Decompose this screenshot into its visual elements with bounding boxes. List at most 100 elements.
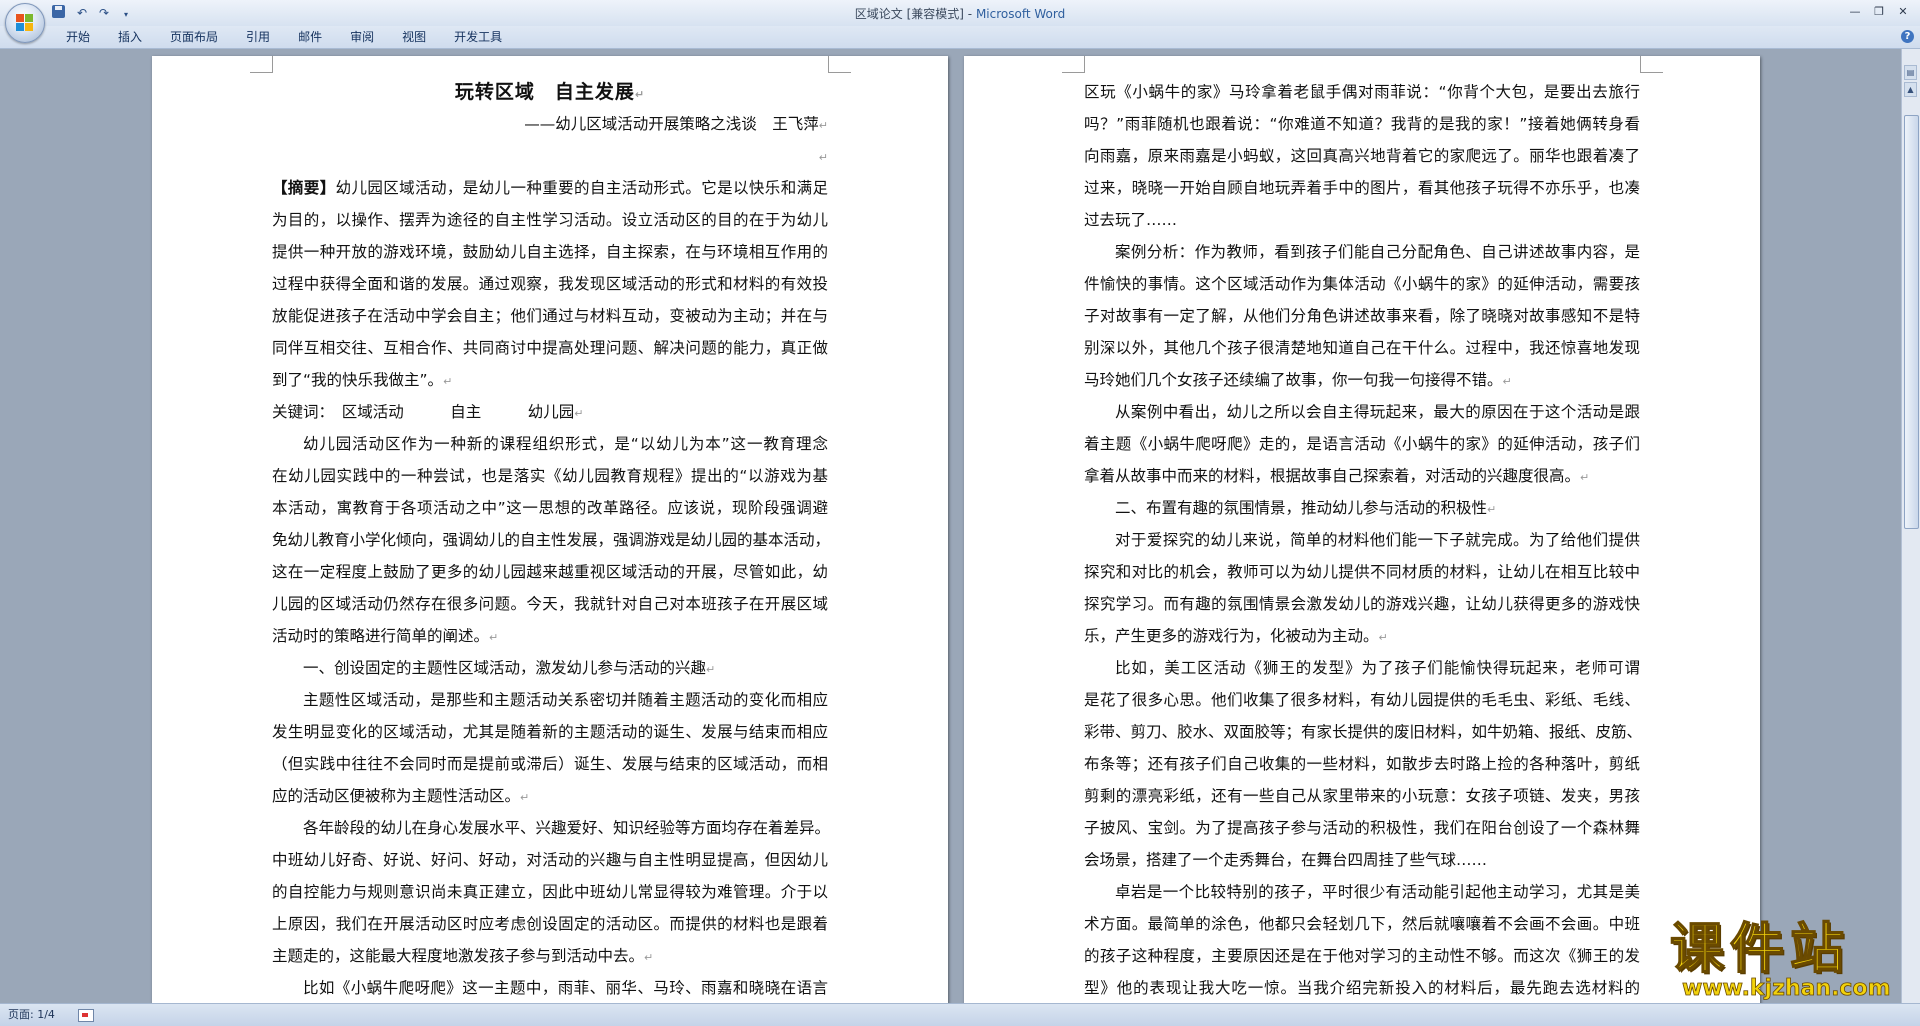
ruler-toggle[interactable]: ▤ ▲ [1904,65,1917,109]
proofing-icon[interactable] [78,1009,94,1022]
text-line: 从案例中看出，幼儿之所以会自主得玩起来，最大的原因在于这个活动是跟 [1115,403,1640,421]
text-line: 提供一种开放的游戏环境，鼓励幼儿自主选择，自主探索，在与环境相互作用的 [272,243,828,261]
text-line: 同伴互相交往、互相合作、共同商讨中提高处理问题、解决问题的能力，真正做 [272,339,828,357]
document-workspace[interactable]: 玩转区域 自主发展↵ ——幼儿区域活动开展策略之浅谈 王飞萍↵ ↵ 【摘要】幼儿园… [0,49,1902,1003]
text-line: 剪剩的漂亮彩纸，还有一些自己从家里带来的小玩意：女孩子项链、发夹，男孩 [1084,787,1640,805]
text-line: 在幼儿园实践中的一种尝试，也是落实《幼儿园教育规程》提出的“以游戏为基 [272,467,828,485]
text-line: 拿着从故事中而来的材料，根据故事自己探索着，对活动的兴趣度很高。↵ [1084,467,1590,485]
paragraph-mark-icon: ↵ [1487,503,1497,516]
paragraph-mark-icon: ↵ [706,663,716,676]
page-1-text[interactable]: 玩转区域 自主发展↵ ——幼儿区域活动开展策略之浅谈 王飞萍↵ ↵ 【摘要】幼儿园… [272,76,831,1003]
ribbon-tabs: 开始 插入 页面布局 引用 邮件 审阅 视图 开发工具 [52,26,516,48]
text-line: 的孩子这种程度，主要原因还是在于他对学习的主动性不够。而这次《狮王的发 [1084,947,1640,965]
text-line: 过来，晓晓一开始自顾自地玩弄着手中的图片，看其他孩子玩得不亦乐乎，也凑 [1084,179,1640,197]
text-line: 彩带、剪刀、胶水、双面胶等；有家长提供的废旧材料，如牛奶箱、报纸、皮筋、 [1084,723,1643,741]
document-subtitle: ——幼儿区域活动开展策略之浅谈 王飞萍↵ [524,115,828,133]
text-line: 本活动，寓教育于各项活动之中”这一思想的改革路径。应该说，现阶段强调避 [272,499,828,517]
scroll-up-icon: ▲ [1904,82,1917,97]
paragraph-mark-icon: ↵ [634,88,646,101]
paragraph-mark-icon: ↵ [520,791,530,804]
minimize-button[interactable]: — [1844,3,1866,20]
text-line: 的自控能力与规则意识尚未真正建立，因此中班幼儿常显得较为难管理。介于以 [272,883,828,901]
text-line: 二、布置有趣的氛围情景，推动幼儿参与活动的积极性↵ [1115,499,1497,517]
text-line: 各年龄段的幼儿在身心发展水平、兴趣爱好、知识经验等方面均存在着差异。 [303,819,831,837]
watermark-url: www.kjzhan.com [1682,976,1891,1001]
tab-home[interactable]: 开始 [52,26,104,48]
tab-page-layout[interactable]: 页面布局 [156,26,232,48]
help-icon[interactable]: ? [1901,30,1914,43]
window-title: 区域论文 [兼容模式] - Microsoft Word [0,5,1920,22]
text-line: 件愉快的事情。这个区域活动作为集体活动《小蜗牛的家》的延伸活动，需要孩 [1084,275,1640,293]
paragraph-mark-icon: ↵ [489,631,499,644]
text-line: 着主题《小蜗牛爬呀爬》走的，是语言活动《小蜗牛的家》的延伸活动，孩子们 [1084,435,1640,453]
document-name: 区域论文 [854,7,903,21]
text-line: （但实践中往往不会同时而是提前或滞后）诞生、发展与结束的区域活动，而相 [272,755,828,773]
text-line: 过去玩了…… [1084,211,1178,229]
status-bar: 页面: 1/4 [0,1003,1920,1026]
text-line: ↵ [272,140,828,172]
text-line: 子对故事有一定了解，从他们分角色讲述故事来看，除了晓晓对故事感知不是特 [1084,307,1640,325]
tab-references[interactable]: 引用 [232,26,284,48]
crop-mark [250,56,273,73]
text-line: 对于爱探究的幼儿来说，简单的材料他们能一下子就完成。为了给他们提供 [1115,531,1640,549]
text-line: 免幼儿教育小学化倾向，强调幼儿的自主性发展，强调游戏是幼儿园的基本活动， [272,531,831,549]
paragraph-mark-icon: ↵ [574,407,584,420]
text-line: 上原因，我们在开展活动区时应考虑创设固定的活动区。而提供的材料也是跟着 [272,915,828,933]
document-page-2[interactable]: 区玩《小蜗牛的家》马玲拿着老鼠手偶对雨菲说：“你背个大包，是要出去旅行 吗？”雨菲… [964,56,1760,1003]
text-line: 比如《小蜗牛爬呀爬》这一主题中，雨菲、丽华、马玲、雨嘉和晓晓在语言 [303,979,828,997]
text-line: 向雨嘉，原来雨嘉是小蚂蚁，这回真高兴地背着它的家爬远了。丽华也跟着凑了 [1084,147,1640,165]
paragraph-mark-icon: ↵ [1502,375,1512,388]
text-line: 幼儿园活动区作为一种新的课程组织形式，是“以幼儿为本”这一教育理念 [303,435,828,453]
watermark-title: 课件站 [1669,917,1850,980]
text-line: 发生明显变化的区域活动，尤其是随着新的主题活动的诞生、发展与结束而相应 [272,723,828,741]
restore-icon: ❐ [1874,5,1884,18]
text-line: 比如，美工区活动《狮王的发型》为了孩子们能愉快得玩起来，老师可谓 [1115,659,1640,677]
text-line: 马玲她们几个女孩子还续编了故事，你一句我一句接得不错。↵ [1084,371,1512,389]
text-line: 子披风、宝剑。为了提高孩子参与活动的积极性，我们在阳台创设了一个森林舞 [1084,819,1640,837]
text-line: 案例分析：作为教师，看到孩子们能自己分配角色、自己讲述故事内容，是 [1115,243,1640,261]
text-line: 区玩《小蜗牛的家》马玲拿着老鼠手偶对雨菲说：“你背个大包，是要出去旅行 [1084,83,1640,101]
text-line: 型》他的表现让我大吃一惊。当我介绍完新投入的材料后，最先跑去选材料的 [1084,979,1640,997]
vertical-scrollbar[interactable]: ▤ ▲ [1901,49,1920,1003]
watermark-logo: 课件站 www.kjzhan.com [1669,917,1906,1002]
text-line: 应的活动区便被称为主题性活动区。↵ [272,787,530,805]
tab-developer[interactable]: 开发工具 [440,26,516,48]
office-button[interactable] [5,3,45,43]
crop-mark [828,56,851,73]
view-ruler-icon: ▤ [1904,65,1917,80]
text-line: 为目的，以操作、摆弄为途径的自主性学习活动。设立活动区的目的在于为幼儿 [272,211,828,229]
text-line: 会场景，搭建了一个走秀舞台，在舞台四周挂了些气球…… [1084,851,1488,869]
compat-mode: [兼容模式] [906,7,964,21]
text-line: 到了“我的快乐我做主”。↵ [272,371,453,389]
crop-mark [1062,56,1085,73]
text-line: 探究和对比的机会，教师可以为幼儿提供不同材质的材料，让幼儿在相互比较中 [1084,563,1640,581]
app-name: Microsoft Word [975,7,1066,21]
crop-mark [1640,56,1663,73]
abstract-label: 【摘要】 [272,179,336,197]
page-2-text[interactable]: 区玩《小蜗牛的家》马玲拿着老鼠手偶对雨菲说：“你背个大包，是要出去旅行 吗？”雨菲… [1084,76,1643,1003]
office-logo-icon [16,14,34,32]
paragraph-mark-icon: ↵ [1580,471,1590,484]
tab-insert[interactable]: 插入 [104,26,156,48]
tab-mailings[interactable]: 邮件 [284,26,336,48]
page-count[interactable]: 页面: 1/4 [8,1004,55,1026]
text-line: 放能促进孩子在活动中学会自主；他们通过与材料互动，变被动为主动；并在与 [272,307,828,325]
text-line: 主题性区域活动，是那些和主题活动关系密切并随着主题活动的变化而相应 [303,691,828,709]
tab-view[interactable]: 视图 [388,26,440,48]
minimize-icon: — [1849,5,1861,18]
text-line: 别深以外，其他几个孩子很清楚地知道自己在干什么。过程中，我还惊喜地发现 [1084,339,1640,357]
window-controls: — ❐ ✕ [1844,3,1914,20]
text-line: 过程中获得全面和谐的发展。通过观察，我发现区域活动的形式和材料的有效投 [272,275,828,293]
paragraph-mark-icon: ↵ [443,375,453,388]
maximize-button[interactable]: ❐ [1868,3,1890,20]
document-title: 玩转区域 自主发展↵ [454,81,646,103]
text-line: 主题走的，这能最大程度地激发孩子参与到活动中去。↵ [272,947,654,965]
text-line: 一、创设固定的主题性区域活动，激发幼儿参与活动的兴趣↵ [303,659,716,677]
ribbon: 开始 插入 页面布局 引用 邮件 审阅 视图 开发工具 ? [0,26,1920,49]
text-line: 探究学习。而有趣的氛围情景会激发幼儿的游戏兴趣，让幼儿获得更多的游戏快 [1084,595,1640,613]
text-line: 术方面。最简单的涂色，他都只会轻划几下，然后就嚷嚷着不会画不会画。中班 [1084,915,1640,933]
tab-review[interactable]: 审阅 [336,26,388,48]
document-page-1[interactable]: 玩转区域 自主发展↵ ——幼儿区域活动开展策略之浅谈 王飞萍↵ ↵ 【摘要】幼儿园… [152,56,948,1003]
scrollbar-thumb[interactable] [1904,115,1919,529]
close-button[interactable]: ✕ [1892,3,1914,20]
